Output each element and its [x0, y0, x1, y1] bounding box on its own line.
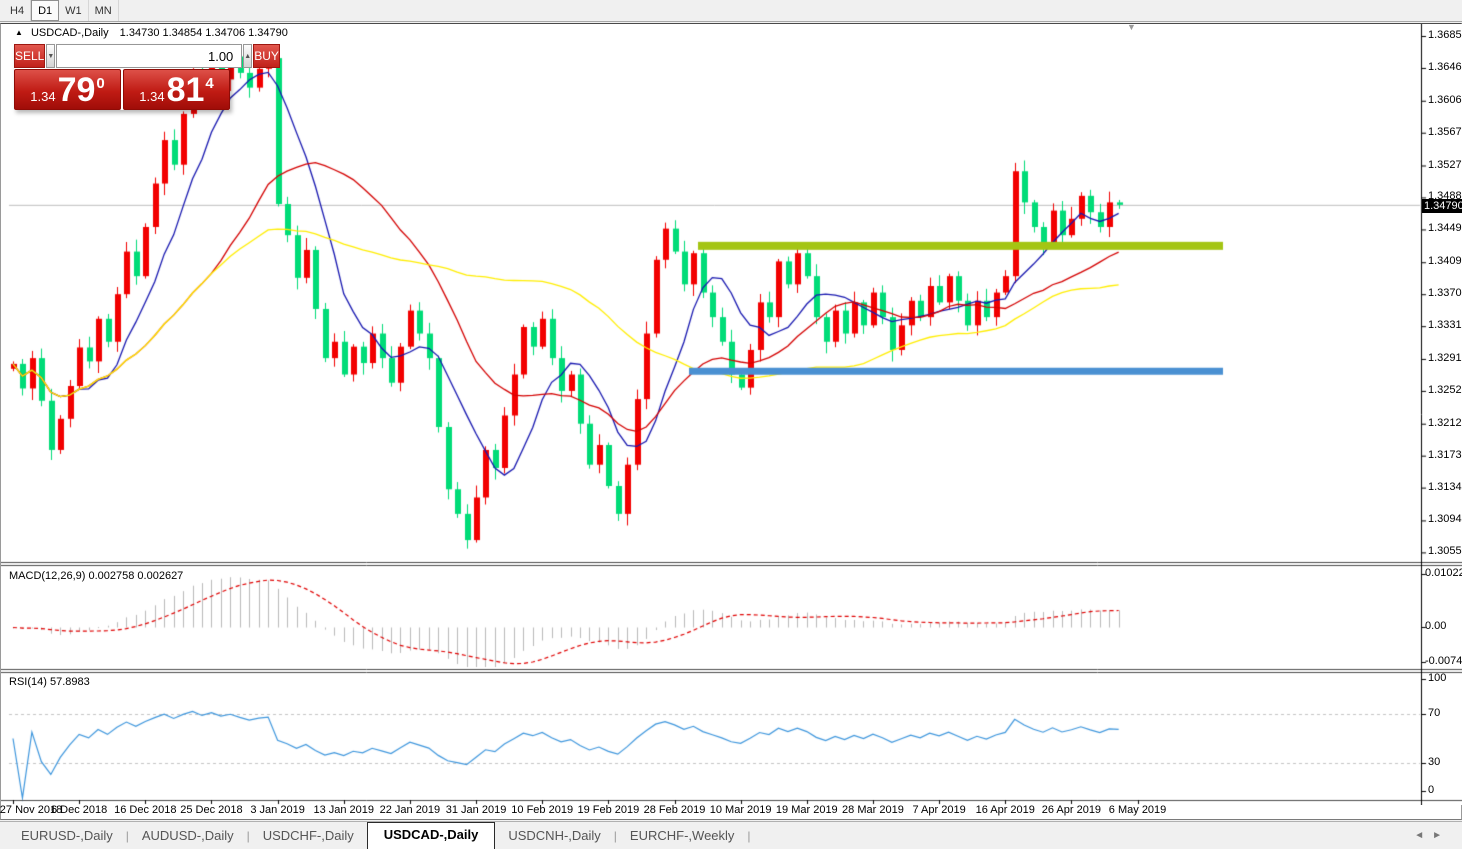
date-axis-label: 25 Dec 2018	[180, 804, 243, 816]
trade-widget: SELL ▼ ▲ BUY 1.34 79 0 1.34 81 4	[14, 44, 280, 110]
date-axis-label: 26 Apr 2019	[1041, 804, 1102, 816]
rsi-label: RSI(14) 57.8983	[9, 676, 90, 688]
sell-price-pipette: 0	[96, 75, 105, 92]
price-axis-label: 1.32520	[1428, 383, 1462, 396]
chart-header: ▲ USDCAD-,Daily 1.34730 1.34854 1.34706 …	[15, 27, 288, 39]
price-axis-label: 1.33310	[1428, 319, 1462, 332]
chart-title: USDCAD-,Daily	[30, 27, 109, 39]
date-axis-label: 19 Feb 2019	[577, 804, 640, 816]
price-axis-label: 1.31730	[1428, 448, 1462, 461]
price-axis-label: 1.33700	[1428, 287, 1462, 300]
rsi-axis-label: 30	[1428, 756, 1441, 768]
price-axis-label: 1.30940	[1428, 513, 1462, 526]
chart-ohlc-values: 1.34730 1.34854 1.34706 1.34790	[119, 27, 288, 39]
date-axis-label: 16 Dec 2018	[114, 804, 177, 816]
tab-scroll-left-icon[interactable]: ◄	[1414, 830, 1432, 841]
price-chart-canvas[interactable]	[1, 24, 1462, 805]
symbol-tab-usdcnh[interactable]: USDCNH-,Daily	[495, 824, 613, 849]
date-axis-label: 31 Jan 2019	[445, 804, 507, 816]
price-axis-label: 1.34090	[1428, 255, 1462, 268]
rsi-axis-label: 100	[1428, 672, 1447, 684]
sell-button[interactable]: SELL	[14, 44, 46, 68]
symbol-tab-usdcad[interactable]: USDCAD-,Daily	[366, 822, 496, 849]
chart-collapse-icon[interactable]: ▲	[15, 28, 23, 37]
date-axis-label: 6 Dec 2018	[51, 804, 108, 816]
symbol-tab-eurchf[interactable]: EURCHF-,Weekly	[617, 824, 748, 849]
chart-shift-marker-icon[interactable]: ▼	[1127, 22, 1136, 32]
date-axis-label: 10 Mar 2019	[709, 804, 772, 816]
symbol-tab-bar: EURUSD-,Daily | AUDUSD-,Daily | USDCHF-,Dail…	[0, 821, 1462, 849]
macd-axis-label: 0.00	[1425, 620, 1447, 632]
date-axis-label: 19 Mar 2019	[775, 804, 838, 816]
timeframe-toolbar: H4 D1 W1 MN	[0, 0, 1462, 22]
buy-price-panel[interactable]: 1.34 81 4	[123, 69, 230, 110]
timeframe-button-h4[interactable]: H4	[4, 0, 32, 21]
date-axis-label: 13 Jan 2019	[313, 804, 375, 816]
price-axis-label: 1.30550	[1428, 545, 1462, 558]
price-axis-label: 1.36460	[1428, 60, 1462, 73]
date-axis-label: 16 Apr 2019	[975, 804, 1035, 816]
date-axis-label: 10 Feb 2019	[511, 804, 574, 816]
timeframe-button-w1[interactable]: W1	[59, 0, 89, 21]
last-price-label: 1.34790	[1422, 199, 1462, 213]
symbol-tab-eurusd[interactable]: EURUSD-,Daily	[8, 824, 126, 849]
chevron-down-icon: ▼	[47, 52, 55, 60]
date-axis-label: 28 Feb 2019	[643, 804, 706, 816]
date-axis-label: 3 Jan 2019	[250, 804, 305, 816]
buy-price-main: 81	[166, 70, 205, 109]
price-axis-label: 1.31340	[1428, 480, 1462, 493]
rsi-axis-label: 70	[1428, 707, 1441, 719]
macd-axis-label: 0.010229	[1425, 567, 1462, 579]
date-axis-label: 7 Apr 2019	[912, 804, 966, 816]
sell-price-prefix: 1.34	[30, 89, 56, 104]
price-axis-label: 1.36060	[1428, 93, 1462, 106]
date-axis-label: 6 May 2019	[1108, 804, 1167, 816]
chart-window: ▲ USDCAD-,Daily 1.34730 1.34854 1.34706 …	[0, 22, 1462, 820]
tab-separator: |	[747, 829, 751, 843]
buy-price-prefix: 1.34	[139, 89, 165, 104]
rsi-axis-label: 0	[1428, 784, 1435, 796]
date-axis-label: 22 Jan 2019	[379, 804, 441, 816]
price-axis-label: 1.36850	[1428, 29, 1462, 41]
tab-scroll-right-icon[interactable]: ►	[1432, 830, 1450, 841]
volume-down-button[interactable]: ▼	[46, 44, 56, 68]
price-axis-label: 1.34490	[1428, 222, 1462, 235]
volume-input[interactable]	[56, 44, 243, 68]
macd-axis-label: -0.007477	[1425, 655, 1462, 667]
symbol-tab-audusd[interactable]: AUDUSD-,Daily	[129, 824, 247, 849]
price-axis-label: 1.32910	[1428, 351, 1462, 364]
sell-price-panel[interactable]: 1.34 79 0	[14, 69, 121, 110]
volume-up-button[interactable]: ▲	[243, 44, 253, 68]
buy-price-pipette: 4	[205, 75, 214, 92]
price-axis-label: 1.35270	[1428, 158, 1462, 171]
price-axis-label: 1.32120	[1428, 416, 1462, 429]
date-axis-label: 28 Mar 2019	[842, 804, 904, 816]
macd-label: MACD(12,26,9) 0.002758 0.002627	[9, 570, 184, 582]
timeframe-button-d1[interactable]: D1	[31, 0, 60, 21]
price-axis-label: 1.35670	[1428, 125, 1462, 138]
sell-price-main: 79	[57, 70, 96, 109]
chevron-up-icon: ▲	[244, 52, 252, 60]
timeframe-button-mn[interactable]: MN	[89, 0, 119, 21]
buy-button[interactable]: BUY	[253, 44, 280, 68]
symbol-tab-usdchf[interactable]: USDCHF-,Daily	[250, 824, 367, 849]
